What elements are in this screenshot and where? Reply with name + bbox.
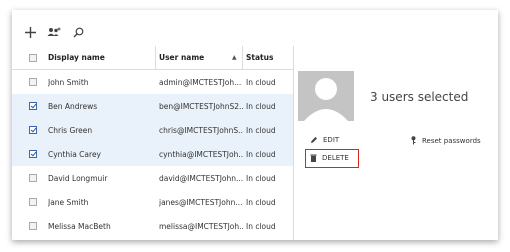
selection-details-pane: 3 users selected EDIT Reset passwords DE… bbox=[294, 46, 498, 240]
status-cell: In cloud bbox=[246, 77, 276, 87]
status-cell: In cloud bbox=[246, 173, 276, 183]
checkbox-icon bbox=[29, 222, 37, 230]
display-name-cell: Chris Green bbox=[48, 125, 93, 135]
table-row[interactable]: Melissa MacBeth melissa@IMCTESTJoh... In c… bbox=[12, 214, 293, 238]
checkbox-icon bbox=[29, 78, 37, 86]
table-row[interactable]: Cynthia Carey cynthia@IMCTESTJoh... In clo… bbox=[12, 142, 293, 166]
row-checkbox[interactable] bbox=[29, 126, 37, 134]
search-button[interactable] bbox=[68, 20, 88, 44]
trash-icon bbox=[310, 154, 317, 162]
display-name-cell: Melissa MacBeth bbox=[48, 221, 111, 231]
status-cell: In cloud bbox=[246, 221, 276, 231]
table-row[interactable]: John Smith admin@IMCTESTJoh... In cloud bbox=[12, 70, 293, 94]
display-name-cell: John Smith bbox=[48, 77, 89, 87]
column-divider bbox=[155, 46, 156, 69]
sort-ascending-icon: ▲ bbox=[232, 54, 237, 61]
display-name-cell: David Longmuir bbox=[48, 173, 108, 183]
table-row[interactable]: David Longmuir david@IMCTESTJohn... In clo… bbox=[12, 166, 293, 190]
add-user-button[interactable] bbox=[20, 20, 40, 44]
row-checkbox[interactable] bbox=[29, 150, 37, 158]
plus-icon bbox=[24, 26, 36, 38]
user-name-cell: david@IMCTESTJohn... bbox=[159, 173, 243, 183]
column-divider bbox=[242, 46, 243, 69]
key-icon bbox=[410, 136, 417, 145]
table-row[interactable]: Chris Green chris@IMCTESTJohnS... In cloud bbox=[12, 118, 293, 142]
user-name-cell: ben@IMCTESTJohnS2... bbox=[159, 101, 243, 111]
checkbox-highlight-box bbox=[29, 102, 37, 110]
pencil-icon bbox=[310, 136, 318, 144]
status-cell: In cloud bbox=[246, 197, 276, 207]
user-name-cell: chris@IMCTESTJohnS... bbox=[159, 125, 243, 135]
add-multiple-users-icon bbox=[47, 27, 61, 36]
display-name-cell: Cynthia Carey bbox=[48, 149, 101, 159]
user-silhouette-icon bbox=[304, 78, 348, 121]
reset-passwords-label: Reset passwords bbox=[422, 136, 481, 145]
checkbox-highlight-box bbox=[29, 150, 37, 158]
avatar bbox=[298, 71, 354, 121]
edit-label: EDIT bbox=[323, 136, 340, 144]
status-cell: In cloud bbox=[246, 149, 276, 159]
row-checkbox[interactable] bbox=[29, 198, 37, 206]
checkbox-icon bbox=[29, 198, 37, 206]
admin-users-window: Display name User name ▲ Status John Smi… bbox=[12, 10, 498, 240]
select-all-checkbox[interactable] bbox=[29, 53, 37, 62]
delete-label: DELETE bbox=[322, 154, 349, 162]
row-checkbox[interactable] bbox=[29, 174, 37, 182]
reset-passwords-button[interactable]: Reset passwords bbox=[410, 136, 481, 145]
user-name-cell: melissa@IMCTESTJoh... bbox=[159, 221, 243, 231]
column-header-display-name[interactable]: Display name bbox=[48, 53, 153, 62]
selection-count-title: 3 users selected bbox=[370, 90, 469, 104]
row-checkbox[interactable] bbox=[29, 222, 37, 230]
column-header-status[interactable]: Status bbox=[246, 53, 290, 62]
user-list: Display name User name ▲ Status John Smi… bbox=[12, 46, 293, 238]
delete-button[interactable]: DELETE bbox=[310, 154, 349, 162]
status-cell: In cloud bbox=[246, 101, 276, 111]
checkbox-icon bbox=[29, 174, 37, 182]
checkbox-highlight-box bbox=[29, 126, 37, 134]
table-header: Display name User name ▲ Status bbox=[12, 46, 293, 70]
display-name-cell: Ben Andrews bbox=[48, 101, 98, 111]
table-row[interactable]: Jane Smith janes@IMCTESTJohn... In cloud bbox=[12, 190, 293, 214]
column-header-user-name[interactable]: User name bbox=[159, 53, 243, 62]
user-name-cell: admin@IMCTESTJoh... bbox=[159, 77, 242, 87]
table-row[interactable]: Ben Andrews ben@IMCTESTJohnS2... In cloud bbox=[12, 94, 293, 118]
row-checkbox[interactable] bbox=[29, 102, 37, 110]
edit-button[interactable]: EDIT bbox=[310, 136, 339, 144]
user-name-cell: janes@IMCTESTJohn... bbox=[159, 197, 243, 207]
status-cell: In cloud bbox=[246, 125, 276, 135]
add-multiple-users-button[interactable] bbox=[44, 20, 64, 44]
user-name-cell: cynthia@IMCTESTJoh... bbox=[159, 149, 243, 159]
row-checkbox[interactable] bbox=[29, 78, 37, 86]
display-name-cell: Jane Smith bbox=[48, 197, 89, 207]
search-icon bbox=[73, 27, 83, 37]
